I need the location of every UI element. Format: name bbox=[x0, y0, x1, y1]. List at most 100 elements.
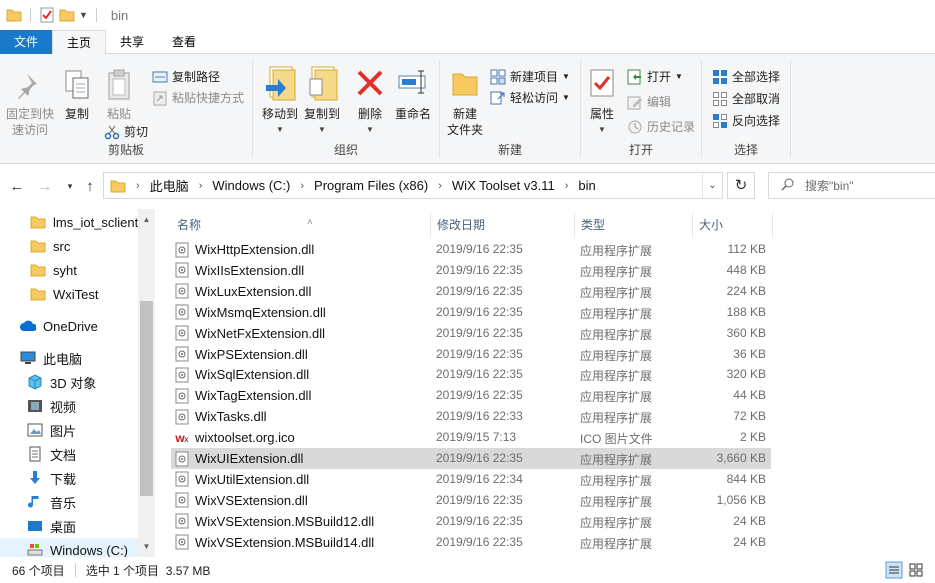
file-row[interactable]: WixHttpExtension.dll 2019/9/16 22:35 应用程序扩… bbox=[171, 239, 771, 260]
file-size: 72 KB bbox=[733, 409, 766, 424]
nav-item-wxitest[interactable]: WxiTest bbox=[0, 282, 99, 306]
easy-access-button[interactable]: 轻松访问 ▼ bbox=[490, 89, 570, 106]
nav-item-onedrive[interactable]: OneDrive bbox=[0, 314, 98, 338]
copy-path-button[interactable]: 复制路径 bbox=[152, 68, 220, 85]
new-folder-icon[interactable] bbox=[59, 7, 75, 23]
large-icons-view-icon[interactable] bbox=[907, 561, 925, 579]
pin-quick-access-button[interactable]: 固定到快 速访问 bbox=[4, 68, 56, 138]
address-history-dropdown-icon[interactable]: ⌄ bbox=[702, 173, 722, 198]
nav-item-lms-iot-sclient[interactable]: lms_iot_sclient bbox=[0, 210, 138, 234]
file-row[interactable]: WixVSExtension.MSBuild14.dll 2019/9/16 22… bbox=[171, 532, 771, 553]
breadcrumb-drive-c[interactable]: Windows (C:) bbox=[212, 178, 290, 193]
file-row[interactable]: WixUtilExtension.dll 2019/9/16 22:34 应用程序扩… bbox=[171, 469, 771, 490]
breadcrumb-wix-toolset[interactable]: WiX Toolset v3.11 bbox=[452, 178, 555, 193]
paste-button[interactable]: 粘贴 bbox=[100, 68, 138, 122]
nav-item-desktop[interactable]: 桌面 bbox=[0, 514, 76, 538]
column-header-type[interactable]: 类型 bbox=[575, 213, 693, 237]
column-header-name[interactable]: 名称 ˄ bbox=[171, 213, 431, 237]
nav-item-3d-objects[interactable]: 3D 对象 bbox=[0, 370, 96, 394]
tab-home[interactable]: 主页 bbox=[52, 30, 107, 55]
copy-to-button[interactable]: 复制到 ▼ bbox=[299, 64, 345, 138]
file-name-cell: WixTagExtension.dll bbox=[175, 385, 311, 406]
nav-item-windows-c[interactable]: Windows (C:) bbox=[0, 538, 138, 557]
file-date: 2019/9/16 22:35 bbox=[436, 325, 523, 340]
file-name: WixPSExtension.dll bbox=[195, 346, 308, 362]
file-name-cell: WixPSExtension.dll bbox=[175, 344, 308, 365]
nav-item-downloads[interactable]: 下载 bbox=[0, 466, 76, 490]
column-header-size[interactable]: 大小 bbox=[693, 213, 773, 237]
dll-file-icon bbox=[175, 534, 189, 550]
nav-item-label: 3D 对象 bbox=[50, 375, 97, 391]
tab-view[interactable]: 查看 bbox=[158, 30, 210, 54]
nav-scrollbar[interactable]: ▲ ▼ bbox=[138, 209, 155, 557]
copy-button[interactable]: 复制 bbox=[58, 68, 96, 122]
paste-shortcut-icon bbox=[152, 90, 168, 106]
nav-item-src[interactable]: src bbox=[0, 234, 70, 258]
quick-access-dropdown-icon[interactable]: ▼ bbox=[79, 10, 88, 20]
breadcrumb-this-pc[interactable]: 此电脑 bbox=[150, 176, 189, 195]
scroll-down-icon[interactable]: ▼ bbox=[138, 538, 155, 555]
tab-share[interactable]: 共享 bbox=[106, 30, 158, 54]
nav-item-this-pc[interactable]: 此电脑 bbox=[0, 346, 82, 370]
breadcrumb-bin[interactable]: bin bbox=[578, 178, 595, 193]
ico-file-icon: Wx bbox=[175, 430, 189, 446]
recent-locations-chevron-icon[interactable]: ▾ bbox=[61, 181, 79, 192]
new-folder-label-line2: 文件夹 bbox=[446, 123, 483, 137]
file-row[interactable]: WixTagExtension.dll 2019/9/16 22:35 应用程序扩展… bbox=[171, 385, 771, 406]
file-row[interactable]: WixVSExtension.dll 2019/9/16 22:35 应用程序扩展 1… bbox=[171, 490, 771, 511]
organize-group: 移动到 ▼ 复制到 ▼ 删除 ▼ 重命名 组织 bbox=[253, 58, 439, 162]
new-item-label: 新建项目 bbox=[510, 70, 559, 84]
open-button[interactable]: 打开 ▼ bbox=[627, 68, 683, 85]
file-row[interactable]: WixVSExtension.MSBuild12.dll 2019/9/16 22… bbox=[171, 511, 771, 532]
delete-button[interactable]: 删除 ▼ bbox=[352, 64, 388, 138]
new-item-button[interactable]: 新建项目 ▼ bbox=[490, 68, 570, 85]
file-name: WixUIExtension.dll bbox=[195, 451, 304, 466]
file-row[interactable]: WixPSExtension.dll 2019/9/16 22:35 应用程序扩展 3… bbox=[171, 344, 771, 365]
scroll-up-icon[interactable]: ▲ bbox=[138, 211, 155, 228]
organize-group-label: 组织 bbox=[333, 143, 358, 157]
address-row: ← → ▾ ↑ › 此电脑 › Windows (C:) › Program F… bbox=[0, 164, 935, 209]
nav-item-videos[interactable]: 视频 bbox=[0, 394, 76, 418]
edit-button[interactable]: 编辑 bbox=[627, 93, 671, 110]
file-row[interactable]: WixLuxExtension.dll 2019/9/16 22:35 应用程序扩展… bbox=[171, 281, 771, 302]
up-arrow-icon[interactable]: ↑ bbox=[81, 178, 99, 195]
properties-button[interactable]: 属性 ▼ bbox=[585, 64, 619, 138]
file-name: WixIIsExtension.dll bbox=[195, 262, 305, 278]
nav-item-syht[interactable]: syht bbox=[0, 258, 77, 282]
video-icon bbox=[27, 398, 43, 414]
nav-item-music[interactable]: 音乐 bbox=[0, 490, 76, 514]
file-row[interactable]: WixSqlExtension.dll 2019/9/16 22:35 应用程序扩展… bbox=[171, 364, 771, 385]
invert-selection-button[interactable]: 反向选择 bbox=[712, 112, 780, 129]
properties-check-icon[interactable] bbox=[39, 7, 55, 23]
file-row[interactable]: WixNetFxExtension.dll 2019/9/16 22:35 应用程序… bbox=[171, 323, 771, 344]
address-bar[interactable]: › 此电脑 › Windows (C:) › Program Files (x8… bbox=[103, 172, 723, 199]
file-size: 844 KB bbox=[726, 471, 766, 486]
cut-button[interactable]: 剪切 bbox=[104, 123, 148, 140]
nav-item-documents[interactable]: 文档 bbox=[0, 442, 76, 466]
column-header-date[interactable]: 修改日期 bbox=[431, 213, 575, 237]
file-row[interactable]: WixUIExtension.dll 2019/9/16 22:35 应用程序扩展 3… bbox=[171, 448, 771, 469]
rename-button[interactable]: 重命名 bbox=[391, 64, 435, 122]
nav-item-pictures[interactable]: 图片 bbox=[0, 418, 76, 442]
select-none-button[interactable]: 全部取消 bbox=[712, 90, 780, 107]
details-view-icon[interactable] bbox=[885, 561, 903, 579]
file-row[interactable]: Wx wixtoolset.org.ico 2019/9/15 7:13 ICO 图片… bbox=[171, 427, 771, 448]
new-folder-button[interactable]: 新建 文件夹 bbox=[444, 64, 486, 138]
history-button[interactable]: 历史记录 bbox=[627, 118, 695, 135]
new-item-icon bbox=[490, 69, 506, 85]
paste-shortcut-button[interactable]: 粘贴快捷方式 bbox=[152, 89, 244, 106]
breadcrumb-program-files[interactable]: Program Files (x86) bbox=[314, 178, 428, 193]
file-row[interactable]: WixTasks.dll 2019/9/16 22:33 应用程序扩展 72 KB bbox=[171, 406, 771, 427]
search-box[interactable]: 搜索"bin" bbox=[768, 172, 935, 199]
forward-arrow-icon[interactable]: → bbox=[36, 178, 54, 195]
select-all-button[interactable]: 全部选择 bbox=[712, 68, 780, 85]
file-row[interactable]: WixIIsExtension.dll 2019/9/16 22:35 应用程序扩展… bbox=[171, 260, 771, 281]
file-row[interactable]: WixMsmqExtension.dll 2019/9/16 22:35 应用程序扩… bbox=[171, 302, 771, 323]
view-switcher bbox=[885, 561, 925, 579]
move-to-button[interactable]: 移动到 ▼ bbox=[257, 64, 303, 138]
scroll-thumb[interactable] bbox=[140, 301, 153, 496]
refresh-icon[interactable]: ↻ bbox=[727, 172, 755, 199]
tab-file[interactable]: 文件 bbox=[0, 30, 52, 54]
nav-item-label: syht bbox=[53, 262, 77, 278]
back-arrow-icon[interactable]: ← bbox=[8, 178, 26, 195]
